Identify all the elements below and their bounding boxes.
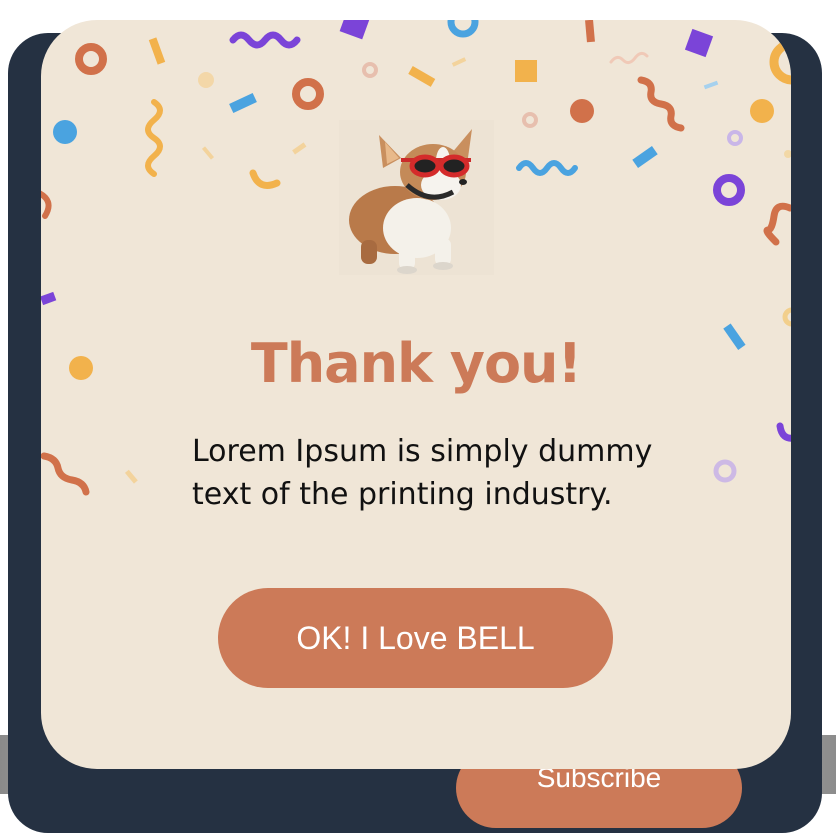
modal-title: Thank you! [250, 332, 582, 395]
corgi-image [339, 120, 494, 275]
modal-message: Lorem Ipsum is simply dummy text of the … [192, 434, 653, 512]
thank-you-modal: Thank you! Lorem Ipsum is simply dummy t… [41, 20, 791, 769]
ok-button[interactable]: OK! I Love BELL [218, 588, 613, 688]
